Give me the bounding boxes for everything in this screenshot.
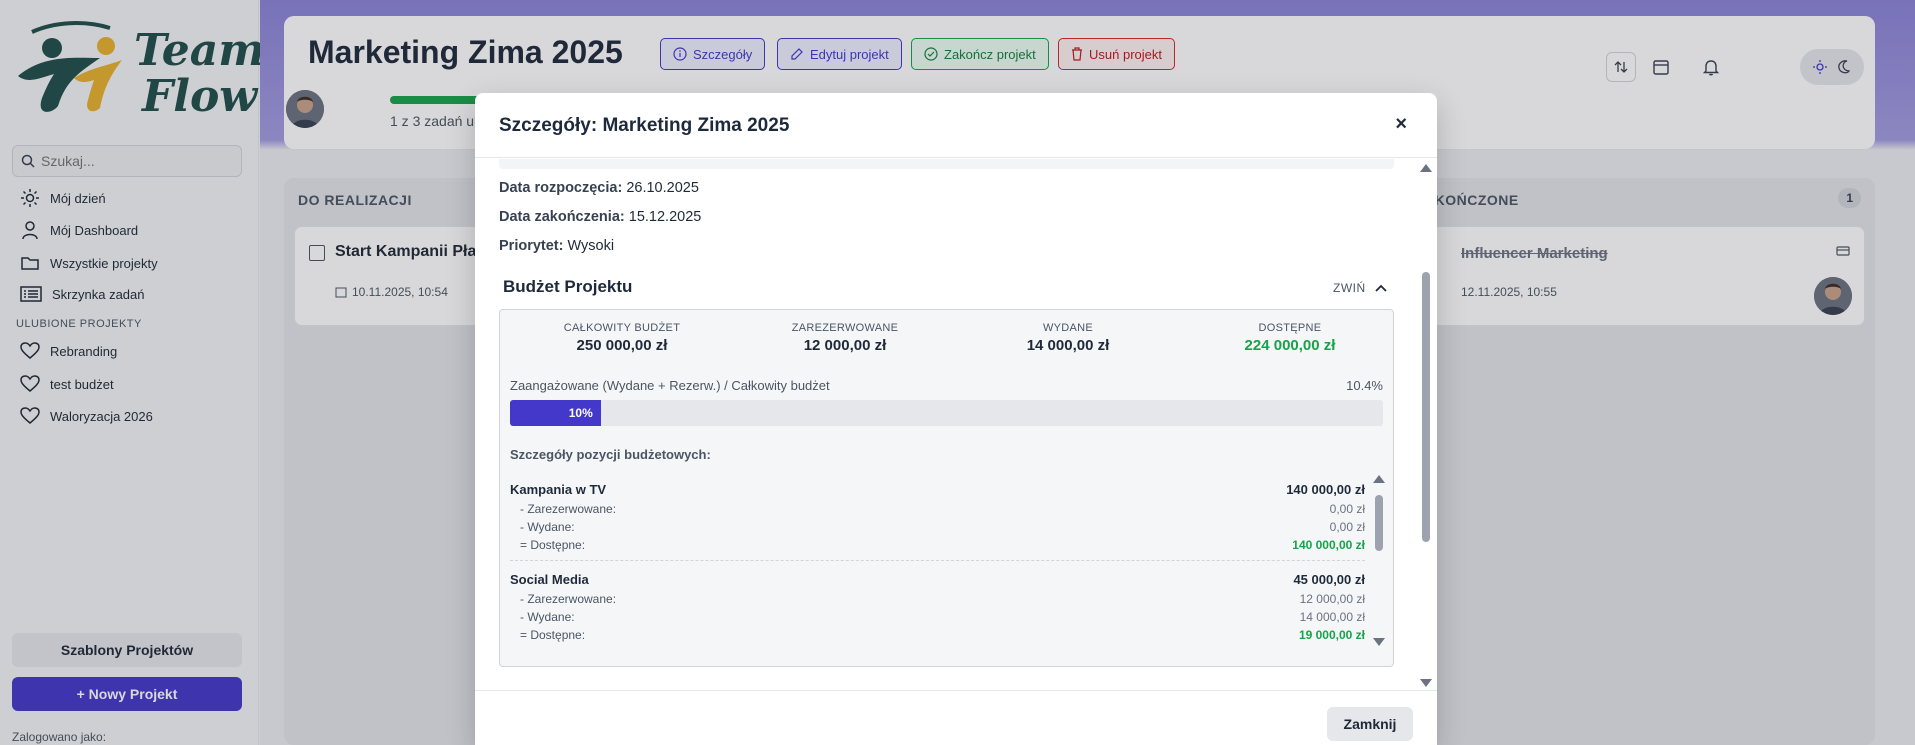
spent-value: 0,00 zł	[1329, 520, 1365, 534]
spent-value: 14 000,00 zł	[1299, 610, 1365, 624]
section-divider	[499, 159, 1394, 169]
scrollbar-thumb[interactable]	[1422, 272, 1430, 542]
end-date-value: 15.12.2025	[628, 209, 702, 225]
scroll-down-arrow-icon[interactable]	[1373, 638, 1385, 646]
reserved-value: 0,00 zł	[1329, 502, 1365, 516]
modal-title: Szczegóły: Marketing Zima 2025	[499, 115, 790, 136]
modal-footer: Zamknij	[475, 690, 1437, 745]
budget-item-name: Kampania w TV	[510, 482, 607, 497]
scroll-down-arrow-icon[interactable]	[1420, 679, 1432, 687]
start-date-value: 26.10.2025	[626, 180, 699, 196]
budget-items-title: Szczegóły pozycji budżetowych:	[510, 447, 711, 462]
budget-item: Kampania w TV 140 000,00 zł - Zarezerwow…	[510, 482, 1365, 552]
start-date-row: Data rozpoczęcia: 26.10.2025	[499, 180, 699, 196]
close-icon[interactable]: ×	[1395, 113, 1407, 136]
reserved-value: 12 000,00 zł	[1299, 592, 1365, 606]
available-label: = Dostępne:	[520, 538, 586, 552]
stat-label: DOSTĘPNE	[1258, 322, 1322, 334]
reserved-label: - Zarezerwowane:	[520, 592, 617, 606]
available-value: 140 000,00 zł	[1292, 538, 1365, 552]
stat-value: 250 000,00 zł	[576, 337, 668, 354]
collapse-label: ZWIŃ	[1333, 281, 1366, 295]
priority-value: Wysoki	[567, 238, 615, 254]
priority-label: Priorytet:	[499, 238, 564, 254]
close-modal-button[interactable]: Zamknij	[1327, 707, 1413, 741]
budget-usage-label: 10%	[568, 406, 593, 420]
available-value: 19 000,00 zł	[1298, 628, 1365, 642]
spent-label: - Wydane:	[520, 520, 575, 534]
start-date-label: Data rozpoczęcia:	[499, 180, 623, 196]
stat-value: 14 000,00 zł	[1026, 337, 1110, 354]
budget-panel: CAŁKOWITY BUDŻET 250 000,00 zł ZAREZERWO…	[499, 309, 1394, 667]
scrollbar-thumb[interactable]	[1375, 495, 1383, 551]
reserved-label: - Zarezerwowane:	[520, 502, 617, 516]
items-scrollbar[interactable]	[1372, 475, 1386, 660]
modal-header: Szczegóły: Marketing Zima 2025 ×	[475, 93, 1437, 158]
item-divider	[510, 560, 1365, 561]
stat-available: DOSTĘPNE 224 000,00 zł	[1190, 322, 1390, 354]
stat-label: WYDANE	[1042, 322, 1094, 334]
end-date-row: Data zakończenia: 15.12.2025	[499, 209, 701, 225]
stat-label: ZAREZERWOWANE	[791, 322, 899, 334]
budget-item: Social Media 45 000,00 zł - Zarezerwowan…	[510, 572, 1365, 642]
budget-item-total: 45 000,00 zł	[1293, 572, 1365, 587]
available-label: = Dostępne:	[520, 628, 586, 642]
budget-usage-fill: 10%	[510, 400, 601, 426]
chevron-up-icon	[1375, 284, 1387, 292]
project-details-modal: Szczegóły: Marketing Zima 2025 × Data ro…	[475, 93, 1437, 745]
budget-item-name: Social Media	[510, 572, 589, 587]
stat-reserved: ZAREZERWOWANE 12 000,00 zł	[745, 322, 945, 354]
stat-value: 224 000,00 zł	[1244, 337, 1336, 354]
modal-body: Data rozpoczęcia: 26.10.2025 Data zakońc…	[475, 159, 1437, 689]
budget-usage-bar: 10%	[510, 400, 1383, 426]
priority-row: Priorytet: Wysoki	[499, 238, 614, 254]
collapse-budget-button[interactable]: ZWIŃ	[1333, 281, 1388, 295]
budget-item-total: 140 000,00 zł	[1286, 482, 1365, 497]
scroll-up-arrow-icon[interactable]	[1420, 164, 1432, 172]
stat-value: 12 000,00 zł	[803, 337, 887, 354]
stat-label: CAŁKOWITY BUDŻET	[563, 322, 681, 334]
committed-percent: 10.4%	[1346, 378, 1383, 393]
scroll-up-arrow-icon[interactable]	[1373, 475, 1385, 483]
end-date-label: Data zakończenia:	[499, 209, 625, 225]
stat-total-budget: CAŁKOWITY BUDŻET 250 000,00 zł	[522, 322, 722, 354]
committed-label: Zaangażowane (Wydane + Rezerw.) / Całkow…	[510, 378, 830, 393]
spent-label: - Wydane:	[520, 610, 575, 624]
stat-spent: WYDANE 14 000,00 zł	[968, 322, 1168, 354]
budget-section-title: Budżet Projektu	[503, 277, 633, 296]
modal-scrollbar[interactable]	[1419, 164, 1433, 689]
